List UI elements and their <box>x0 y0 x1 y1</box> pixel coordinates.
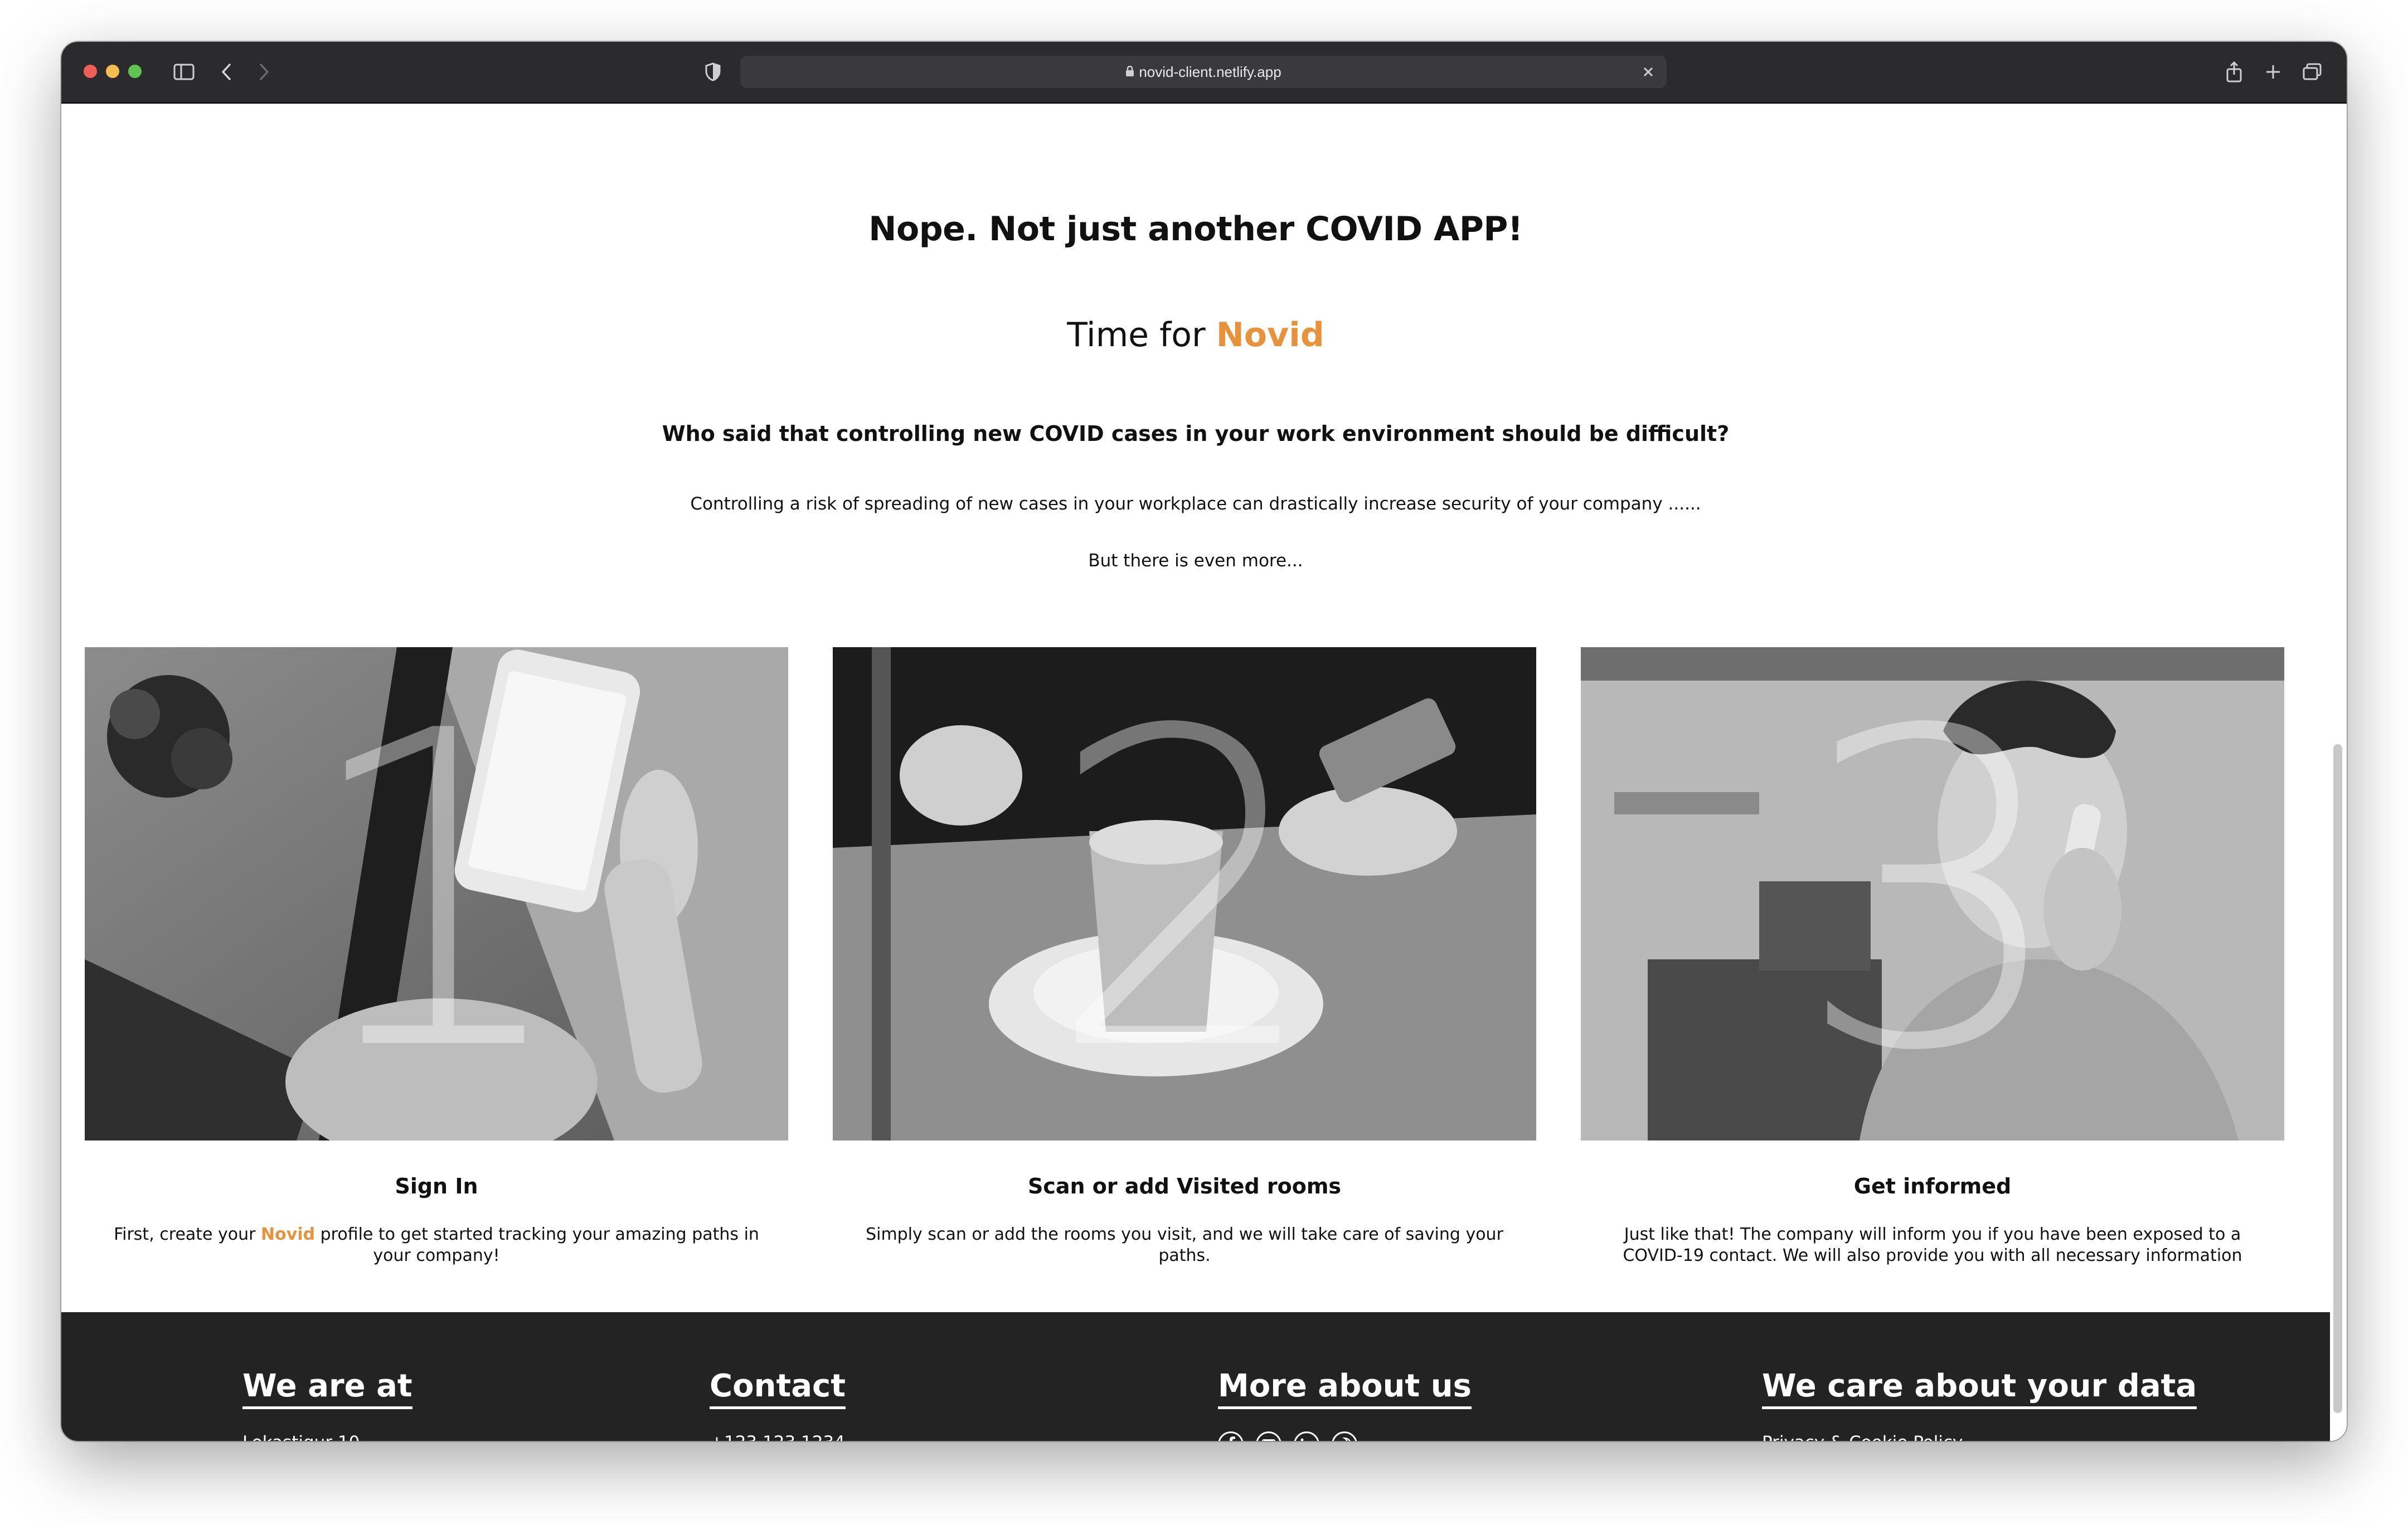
step-image-man-on-phone: 3 <box>1581 647 2284 1140</box>
url-text: novid-client.netlify.app <box>1139 64 1281 80</box>
email-icon[interactable] <box>1256 1431 1281 1441</box>
step-number: 2 <box>1046 647 1323 1140</box>
footer-heading-contact: Contact <box>710 1368 846 1409</box>
step-card-sign-in: 1 Sign In First, create your Novid profi… <box>85 647 788 1266</box>
privacy-policy-link[interactable]: Privacy & Cookie Policy <box>1762 1433 2197 1441</box>
browser-window: novid-client.netlify.app Nope. Not just … <box>61 42 2347 1441</box>
sidebar-toggle-icon[interactable] <box>171 59 197 85</box>
footer-contact-column: Contact +123 123 1234 <box>710 1368 846 1441</box>
step-description: Simply scan or add the rooms you visit, … <box>866 1225 1503 1265</box>
maximize-window-button[interactable] <box>128 65 142 78</box>
step-number: 3 <box>1794 647 2071 1140</box>
footer-about-column: More about us <box>1218 1368 1472 1441</box>
hero-more-text: But there is even more... <box>1088 551 1303 571</box>
whatsapp-icon[interactable] <box>1332 1431 1357 1441</box>
step-card-scan-rooms: 2 Scan or add Visited rooms Simply scan … <box>833 647 1536 1266</box>
page-scrollbar[interactable] <box>2333 744 2342 1413</box>
step-desc-brand: Novid <box>261 1225 315 1244</box>
step-image-phone-in-hand: 1 <box>85 647 788 1140</box>
tagline: Time for Novid <box>61 316 2330 355</box>
footer-heading-address: We are at <box>242 1368 412 1409</box>
page-footer: We are at Lokastigur 10 Contact +123 123… <box>61 1312 2330 1441</box>
linkedin-icon[interactable] <box>1294 1431 1319 1441</box>
step-title: Scan or add Visited rooms <box>1027 1174 1342 1198</box>
forward-chevron-icon[interactable] <box>251 59 278 85</box>
back-chevron-icon[interactable] <box>213 59 240 85</box>
tagline-text: Time for <box>1067 316 1206 355</box>
minimize-window-button[interactable] <box>106 65 119 78</box>
address-bar[interactable]: novid-client.netlify.app <box>740 56 1667 88</box>
step-desc-post: profile to get started tracking your ama… <box>320 1225 759 1265</box>
footer-phone[interactable]: +123 123 1234 <box>710 1433 846 1441</box>
step-description: First, create your Novid profile to get … <box>102 1224 771 1266</box>
step-title: Sign In <box>395 1174 478 1198</box>
url-display[interactable]: novid-client.netlify.app <box>740 56 1667 88</box>
browser-titlebar: novid-client.netlify.app <box>61 42 2347 104</box>
hero-paragraph: Controlling a risk of spreading of new c… <box>690 494 1701 514</box>
step-number: 1 <box>298 647 575 1140</box>
social-links <box>1218 1431 1472 1441</box>
clear-url-icon[interactable] <box>1640 64 1657 80</box>
new-tab-plus-icon[interactable] <box>2260 59 2286 85</box>
tab-overview-icon[interactable] <box>2299 59 2326 85</box>
lock-icon <box>1125 57 1134 89</box>
footer-address: Lokastigur 10 <box>242 1433 412 1441</box>
footer-heading-about: More about us <box>1218 1368 1472 1409</box>
step-desc-pre: First, create your <box>114 1225 256 1244</box>
brand-name: Novid <box>1216 316 1324 355</box>
footer-heading-data: We care about your data <box>1762 1368 2197 1409</box>
page-headline: Nope. Not just another COVID APP! <box>868 210 1523 249</box>
privacy-shield-icon[interactable] <box>700 59 726 85</box>
step-image-coffee-table: 2 <box>833 647 1536 1140</box>
hero-question: Who said that controlling new COVID case… <box>662 421 1730 446</box>
step-card-get-informed: 3 Get informed Just like that! The compa… <box>1581 647 2284 1266</box>
page-content: Nope. Not just another COVID APP! Time f… <box>61 104 2330 1441</box>
step-description: Just like that! The company will inform … <box>1623 1225 2242 1265</box>
footer-address-column: We are at Lokastigur 10 <box>242 1368 412 1441</box>
facebook-icon[interactable] <box>1218 1431 1244 1441</box>
share-icon[interactable] <box>2221 59 2247 85</box>
footer-privacy-column: We care about your data Privacy & Cookie… <box>1762 1368 2197 1441</box>
step-title: Get informed <box>1853 1174 2012 1198</box>
close-window-button[interactable] <box>84 65 97 78</box>
